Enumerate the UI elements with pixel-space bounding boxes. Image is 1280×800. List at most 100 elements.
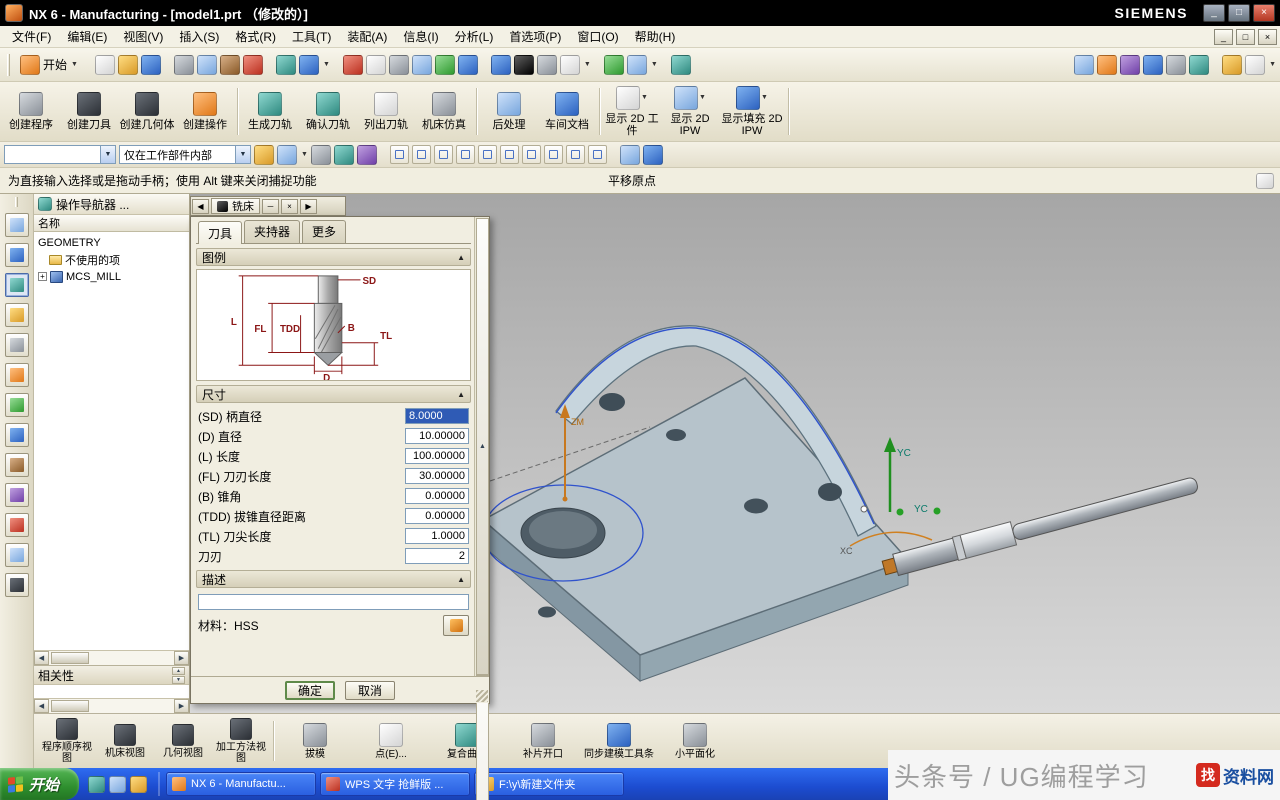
cancel-button[interactable]: 取消 <box>345 681 395 700</box>
shaded-view-icon[interactable] <box>491 55 511 75</box>
dialog-rail-tab[interactable]: 铣床 <box>211 198 260 214</box>
flutes-input[interactable]: 2 <box>405 548 469 564</box>
dialog-minimize-icon[interactable]: ─ <box>262 199 279 214</box>
machine-tool-view-button[interactable]: 机床视图 <box>96 724 154 759</box>
machining-method-view-button[interactable]: 加工方法视图 <box>212 718 270 764</box>
scroll-left-icon[interactable]: ◀ <box>34 699 49 713</box>
tab-more[interactable]: 更多 <box>302 220 346 243</box>
snap-intersection-icon[interactable] <box>456 145 475 164</box>
flute-length-input[interactable]: 30.00000 <box>405 468 469 484</box>
web-browser-icon[interactable] <box>5 423 29 447</box>
spin-up-icon[interactable]: ▲ <box>172 667 185 675</box>
create-tool-button[interactable]: 创建刀具 <box>60 84 118 139</box>
legend-section-header[interactable]: 图例 ▲ <box>196 248 471 266</box>
open-file-icon[interactable] <box>118 55 138 75</box>
select-arrow-icon[interactable] <box>1166 55 1186 75</box>
dialog-resize-grip[interactable] <box>476 690 488 702</box>
task-button-folder[interactable]: F:\y\新建文件夹 <box>474 772 624 796</box>
create-operation-button[interactable]: 创建操作 <box>176 84 234 139</box>
tip-length-input[interactable]: 1.0000 <box>405 528 469 544</box>
snap-endpoint-icon[interactable] <box>412 145 431 164</box>
collapse-icon[interactable]: ▲ <box>457 390 465 399</box>
collapse-icon[interactable]: ▲ <box>457 253 465 262</box>
mdi-minimize-button[interactable]: _ <box>1214 29 1233 45</box>
save-icon[interactable] <box>141 55 161 75</box>
refresh-icon[interactable] <box>435 55 455 75</box>
dialog-forward-icon[interactable]: ▶ <box>300 199 317 214</box>
show-2d-ipw-button[interactable]: ▼ 显示 2D IPW <box>661 84 719 139</box>
menu-item-preferences[interactable]: 首选项(P) <box>501 26 569 47</box>
new-file-icon[interactable] <box>95 55 115 75</box>
description-section-header[interactable]: 描述 ▲ <box>196 570 471 588</box>
navigator-column-header[interactable]: 名称 <box>34 215 189 232</box>
command-finder-icon[interactable] <box>299 55 319 75</box>
visualize-icon[interactable] <box>1120 55 1140 75</box>
wcs-orient-icon[interactable] <box>604 55 624 75</box>
constraint-navigator-icon[interactable] <box>5 243 29 267</box>
task-button-wps[interactable]: WPS 文字 抢鲜版 ... <box>320 772 470 796</box>
magnifier-icon[interactable] <box>620 145 640 165</box>
task-button-nx[interactable]: NX 6 - Manufactu... <box>166 772 316 796</box>
scroll-thumb[interactable] <box>51 700 89 712</box>
taper-distance-input[interactable]: 0.00000 <box>405 508 469 524</box>
restore-button[interactable]: □ <box>1228 4 1250 22</box>
machine-simulation-button[interactable]: 机床仿真 <box>415 84 473 139</box>
start-menu-button[interactable]: 开始 ▼ <box>16 54 82 76</box>
snapshot-icon[interactable] <box>671 55 691 75</box>
snap-midpoint-icon[interactable] <box>434 145 453 164</box>
copy-icon[interactable] <box>197 55 217 75</box>
diameter-input[interactable]: 10.00000 <box>405 428 469 444</box>
list-toolpath-button[interactable]: 列出刀轨 <box>357 84 415 139</box>
expand-icon[interactable]: + <box>38 272 47 281</box>
menu-item-format[interactable]: 格式(R) <box>227 26 284 47</box>
hd3d-tools-icon[interactable] <box>5 393 29 417</box>
undo-icon[interactable] <box>276 55 296 75</box>
menu-item-assemblies[interactable]: 装配(A) <box>339 26 395 47</box>
shank-diameter-input[interactable]: 8.0000 <box>405 408 469 424</box>
geometry-view-button[interactable]: 几何视图 <box>154 724 212 759</box>
rotate-view-icon[interactable] <box>1097 55 1117 75</box>
system-visualization-icon[interactable] <box>5 573 29 597</box>
notes-icon[interactable] <box>1256 173 1274 189</box>
snap-toggle-icon[interactable] <box>254 145 274 165</box>
snap-tangent-icon[interactable] <box>588 145 607 164</box>
point-button[interactable]: 点(E)... <box>353 723 429 760</box>
chevron-down-icon[interactable]: ▼ <box>301 151 308 158</box>
delete-icon[interactable] <box>243 55 263 75</box>
tree-row-mcs-mill[interactable]: + MCS_MILL <box>34 268 189 285</box>
scroll-track[interactable] <box>49 651 174 665</box>
chevron-down-icon[interactable]: ▼ <box>323 61 330 68</box>
orient-view-icon[interactable] <box>1074 55 1094 75</box>
selection-scope-combo[interactable]: 仅在工作部件内部 ▼ <box>119 145 251 164</box>
measure-icon[interactable] <box>1222 55 1242 75</box>
dimensions-section-header[interactable]: 尺寸 ▲ <box>196 385 471 403</box>
select-body-icon[interactable] <box>357 145 377 165</box>
close-button[interactable]: × <box>1253 4 1275 22</box>
select-face-icon[interactable] <box>277 145 297 165</box>
menu-item-information[interactable]: 信息(I) <box>395 26 446 47</box>
chevron-down-icon[interactable]: ▼ <box>235 146 250 163</box>
scroll-up-icon[interactable]: ▲ <box>476 218 489 675</box>
media-player-icon[interactable] <box>130 776 147 793</box>
tab-holder[interactable]: 夹持器 <box>244 220 300 243</box>
sketch-icon[interactable] <box>1245 55 1265 75</box>
paste-icon[interactable] <box>220 55 240 75</box>
dialog-back-icon[interactable]: ◀ <box>192 199 209 214</box>
filter-selection-icon[interactable] <box>334 145 354 165</box>
rendering-style-icon[interactable] <box>514 55 534 75</box>
mdi-restore-button[interactable]: □ <box>1236 29 1255 45</box>
chevron-down-icon[interactable]: ▼ <box>1269 61 1276 68</box>
menu-item-analysis[interactable]: 分析(L) <box>447 26 502 47</box>
create-geometry-button[interactable]: 创建几何体 <box>118 84 176 139</box>
history-palette-icon[interactable] <box>5 453 29 477</box>
draft-button[interactable]: 拔模 <box>277 723 353 760</box>
cut-icon[interactable] <box>174 55 194 75</box>
show-desktop-icon[interactable] <box>88 776 105 793</box>
start-button[interactable]: 开始 <box>0 768 79 800</box>
window-display-icon[interactable] <box>366 55 386 75</box>
scroll-thumb[interactable] <box>51 652 89 664</box>
section-spinner[interactable]: ▲ ▼ <box>172 667 185 684</box>
scene-dialog-icon[interactable] <box>643 145 663 165</box>
milling-tool[interactable] <box>881 473 1200 580</box>
postprocess-button[interactable]: 后处理 <box>480 84 538 139</box>
